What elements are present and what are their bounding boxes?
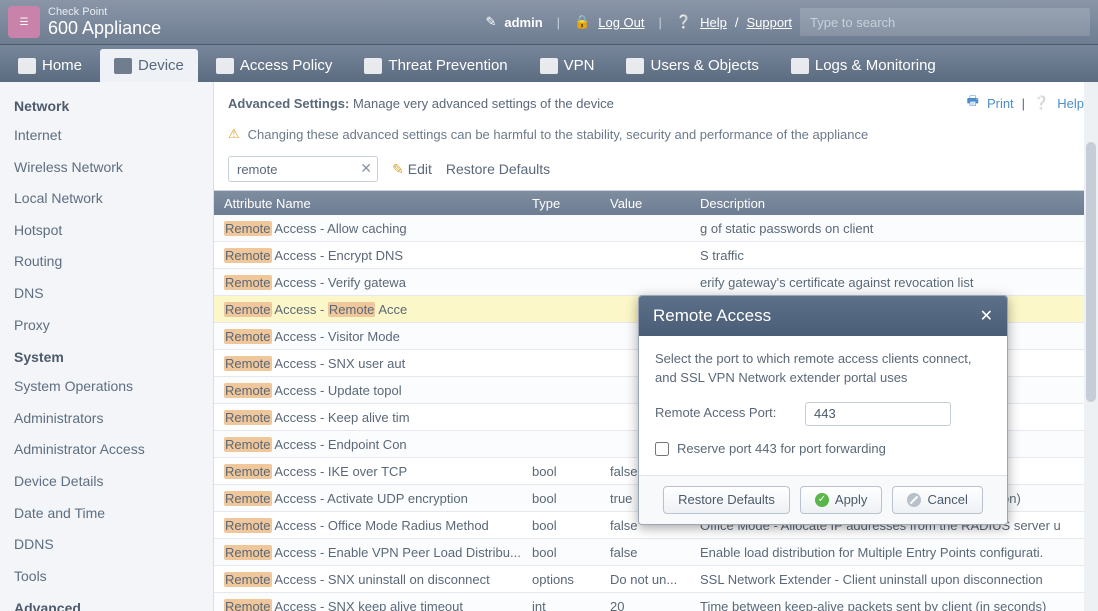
table-row[interactable]: Remote Access - Encrypt DNSS traffic: [214, 242, 1098, 269]
warning-icon: ⚠: [228, 126, 240, 142]
sidebar-group-network: Network: [0, 90, 213, 120]
filter-input[interactable]: [228, 156, 378, 182]
nav-access-policy[interactable]: Access Policy: [202, 49, 347, 82]
sidebar-item-ddns[interactable]: DDNS: [0, 529, 213, 561]
help-icon: ❔: [676, 14, 692, 30]
current-user: admin: [504, 15, 542, 30]
col-type[interactable]: Type: [532, 196, 610, 211]
vpn-icon: [540, 58, 558, 74]
sidebar-item-proxy[interactable]: Proxy: [0, 310, 213, 342]
help-page-link[interactable]: Help: [1057, 96, 1084, 111]
check-icon: ✓: [815, 493, 829, 507]
access-icon: [216, 58, 234, 74]
sidebar-group-advanced: Advanced: [0, 592, 213, 611]
reserve-port-label: Reserve port 443 for port forwarding: [677, 440, 886, 459]
sidebar-item-routing[interactable]: Routing: [0, 246, 213, 278]
sidebar-item-local-network[interactable]: Local Network: [0, 183, 213, 215]
restore-defaults-link[interactable]: Restore Defaults: [446, 161, 550, 177]
table-row[interactable]: Remote Access - Verify gatewaerify gatew…: [214, 269, 1098, 296]
global-search-input[interactable]: [800, 8, 1090, 36]
sidebar-item-date-time[interactable]: Date and Time: [0, 498, 213, 530]
pencil-icon: ✎: [392, 161, 404, 178]
nav-device[interactable]: Device: [100, 49, 198, 82]
dialog-description: Select the port to which remote access c…: [655, 350, 991, 388]
help-link[interactable]: Help: [700, 15, 727, 30]
logout-link[interactable]: Log Out: [598, 15, 644, 30]
content-area: Advanced Settings: Manage very advanced …: [214, 82, 1098, 611]
device-icon: [114, 58, 132, 74]
grid-header: Attribute Name Type Value Description: [214, 191, 1098, 215]
table-row[interactable]: Remote Access - SNX uninstall on disconn…: [214, 566, 1098, 593]
apply-button[interactable]: ✓Apply: [800, 486, 883, 514]
nav-home[interactable]: Home: [4, 49, 96, 82]
col-description[interactable]: Description: [700, 196, 1098, 211]
home-icon: [18, 58, 36, 74]
clear-filter-icon[interactable]: ✕: [360, 160, 372, 177]
table-row[interactable]: Remote Access - Allow cachingg of static…: [214, 215, 1098, 242]
shield-icon: [364, 58, 382, 74]
top-right: ✎ admin 🔒 Log Out ❔ Help / Support: [485, 8, 1090, 36]
sidebar-item-internet[interactable]: Internet: [0, 120, 213, 152]
dialog-titlebar[interactable]: Remote Access ✕: [639, 296, 1007, 336]
sidebar-item-hotspot[interactable]: Hotspot: [0, 215, 213, 247]
page-title: Advanced Settings:: [228, 96, 349, 111]
reserve-port-checkbox[interactable]: [655, 442, 669, 456]
sidebar-item-device-details[interactable]: Device Details: [0, 466, 213, 498]
warning-banner: ⚠ Changing these advanced settings can b…: [214, 120, 1098, 152]
dialog-title: Remote Access: [653, 306, 771, 326]
col-value[interactable]: Value: [610, 196, 700, 211]
main-nav: Home Device Access Policy Threat Prevent…: [0, 44, 1098, 82]
sidebar-item-tools[interactable]: Tools: [0, 561, 213, 593]
page-subtitle: Manage very advanced settings of the dev…: [349, 96, 614, 111]
close-icon[interactable]: ✕: [980, 306, 993, 326]
print-icon: 🖶: [967, 92, 979, 114]
edit-button[interactable]: ✎Edit: [392, 161, 432, 178]
nav-users[interactable]: Users & Objects: [612, 49, 772, 82]
col-attribute[interactable]: Attribute Name: [214, 196, 532, 211]
users-icon: [626, 58, 644, 74]
nav-vpn[interactable]: VPN: [526, 49, 609, 82]
sidebar-item-sys-ops[interactable]: System Operations: [0, 371, 213, 403]
cancel-icon: [907, 493, 921, 507]
table-row[interactable]: Remote Access - Enable VPN Peer Load Dis…: [214, 539, 1098, 566]
pencil-icon: ✎: [485, 14, 496, 30]
cancel-button[interactable]: Cancel: [892, 486, 982, 514]
sidebar-item-wireless[interactable]: Wireless Network: [0, 152, 213, 184]
remote-access-dialog: Remote Access ✕ Select the port to which…: [638, 295, 1008, 525]
remote-access-port-input[interactable]: [805, 402, 951, 426]
brand-logo: ☰: [8, 6, 40, 38]
sidebar-item-dns[interactable]: DNS: [0, 278, 213, 310]
warning-text: Changing these advanced settings can be …: [248, 127, 869, 142]
sidebar-group-system: System: [0, 341, 213, 371]
sidebar-item-admins[interactable]: Administrators: [0, 403, 213, 435]
vertical-scrollbar[interactable]: [1084, 82, 1098, 611]
port-label: Remote Access Port:: [655, 404, 795, 423]
brand-bottom: 600 Appliance: [48, 18, 161, 39]
nav-threat-prevention[interactable]: Threat Prevention: [350, 49, 521, 82]
scroll-thumb[interactable]: [1086, 142, 1096, 402]
top-bar: ☰ Check Point 600 Appliance ✎ admin 🔒 Lo…: [0, 0, 1098, 44]
print-link[interactable]: Print: [987, 96, 1014, 111]
brand-text: Check Point 600 Appliance: [48, 6, 161, 39]
sidebar: Network Internet Wireless Network Local …: [0, 82, 214, 611]
restore-defaults-button[interactable]: Restore Defaults: [663, 486, 790, 514]
support-link[interactable]: Support: [746, 15, 792, 30]
logs-icon: [791, 58, 809, 74]
table-row[interactable]: Remote Access - SNX keep alive timeoutin…: [214, 593, 1098, 611]
brand-top: Check Point: [48, 6, 161, 18]
nav-logs[interactable]: Logs & Monitoring: [777, 49, 950, 82]
lock-icon: 🔒: [574, 14, 590, 30]
help-icon: ❔: [1033, 95, 1049, 111]
sidebar-item-admin-access[interactable]: Administrator Access: [0, 434, 213, 466]
